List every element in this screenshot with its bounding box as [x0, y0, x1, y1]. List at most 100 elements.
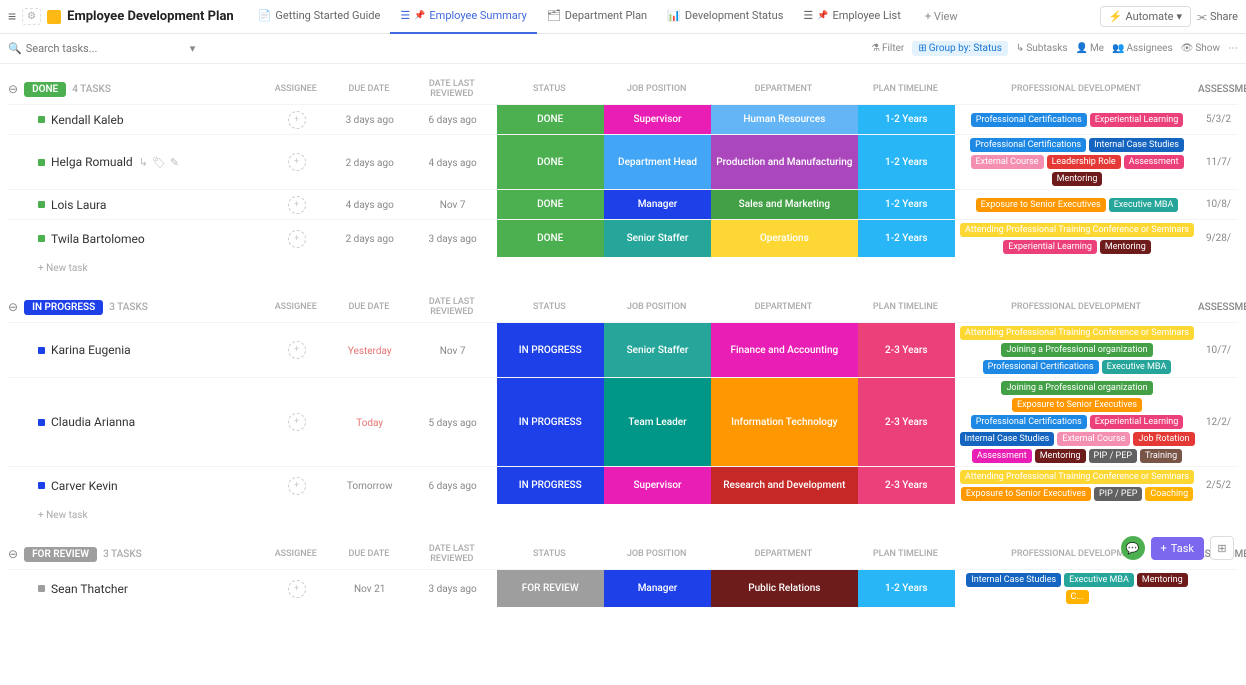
dev-tag[interactable]: Job Rotation — [1133, 432, 1194, 446]
task-row[interactable]: Helga Romuald ↳🏷✎ + 2 days ago 4 days ag… — [8, 134, 1238, 189]
dev-tag[interactable]: PIP / PEP — [1089, 449, 1137, 463]
reviewed-date[interactable]: Nov 7 — [440, 346, 466, 357]
edit-icon[interactable]: ✎ — [170, 156, 179, 169]
job-cell[interactable]: Senior Staffer — [604, 220, 711, 257]
dept-cell[interactable]: Production and Manufacturing — [711, 135, 857, 189]
tag-icon[interactable]: 🏷 — [152, 156, 166, 169]
dept-cell[interactable]: Research and Development — [711, 467, 857, 504]
collapse-icon[interactable]: ⊖ — [8, 300, 18, 314]
dev-tag[interactable]: Experiential Learning — [1003, 240, 1097, 254]
status-cell[interactable]: IN PROGRESS — [497, 323, 604, 377]
dev-tag[interactable]: Mentoring — [1137, 573, 1188, 587]
assess-cell[interactable]: 9/28/ — [1199, 233, 1238, 244]
tab-employee-summary[interactable]: ☰📌Employee Summary — [390, 0, 536, 34]
task-row[interactable]: Claudia Arianna + Today 5 days ago IN PR… — [8, 377, 1238, 466]
task-row[interactable]: Sean Thatcher + Nov 21 3 days ago FOR RE… — [8, 569, 1238, 607]
job-cell[interactable]: Manager — [604, 570, 711, 607]
dept-cell[interactable]: Information Technology — [711, 378, 857, 466]
new-task-link[interactable]: + New task — [8, 257, 1238, 274]
status-cell[interactable]: IN PROGRESS — [497, 378, 604, 466]
status-dot[interactable] — [38, 201, 45, 208]
automate-button[interactable]: ⚡Automate▾ — [1100, 6, 1191, 27]
dev-tag[interactable]: Executive MBA — [1064, 573, 1134, 587]
status-dot[interactable] — [38, 482, 45, 489]
plan-cell[interactable]: 1-2 Years — [858, 190, 956, 219]
show-button[interactable]: 👁Show — [1181, 43, 1220, 54]
job-cell[interactable]: Department Head — [604, 135, 711, 189]
assignee-placeholder[interactable]: + — [288, 230, 306, 248]
status-cell[interactable]: DONE — [497, 220, 604, 257]
apps-fab[interactable]: ⊞ — [1210, 536, 1234, 560]
plan-cell[interactable]: 2-3 Years — [858, 378, 956, 466]
subtasks-button[interactable]: ↳Subtasks — [1016, 43, 1068, 54]
me-button[interactable]: 👤Me — [1075, 43, 1104, 54]
dev-tag[interactable]: Training — [1140, 449, 1182, 463]
dev-tag[interactable]: External Course — [971, 155, 1044, 169]
job-cell[interactable]: Supervisor — [604, 467, 711, 504]
group-badge[interactable]: IN PROGRESS — [24, 300, 103, 315]
dept-cell[interactable]: Sales and Marketing — [711, 190, 857, 219]
collapse-icon[interactable]: ⊖ — [8, 82, 18, 96]
assess-cell[interactable]: 12/2/ — [1199, 417, 1238, 428]
status-cell[interactable]: DONE — [497, 190, 604, 219]
assignee-placeholder[interactable]: + — [288, 413, 306, 431]
dev-tag[interactable]: Joining a Professional organization — [1001, 343, 1152, 357]
status-dot[interactable] — [38, 347, 45, 354]
status-dot[interactable] — [38, 159, 45, 166]
group-badge[interactable]: FOR REVIEW — [24, 547, 97, 562]
plan-cell[interactable]: 1-2 Years — [858, 220, 956, 257]
task-name[interactable]: Kendall Kaleb — [51, 113, 124, 127]
assess-cell[interactable]: 10/7/ — [1199, 345, 1238, 356]
assignee-placeholder[interactable]: + — [288, 580, 306, 598]
dev-tag[interactable]: Attending Professional Training Conferen… — [960, 223, 1194, 237]
dev-tag[interactable]: Exposure to Senior Executives — [1012, 398, 1142, 412]
dev-tag[interactable]: Mentoring — [1052, 172, 1103, 186]
dev-tag[interactable]: Internal Case Studies — [960, 432, 1055, 446]
dev-tag[interactable]: Internal Case Studies — [966, 573, 1061, 587]
due-date[interactable]: 2 days ago — [346, 158, 394, 169]
reviewed-date[interactable]: 3 days ago — [429, 584, 477, 595]
dev-tag[interactable]: Coaching — [1145, 487, 1193, 501]
job-cell[interactable]: Team Leader — [604, 378, 711, 466]
job-cell[interactable]: Manager — [604, 190, 711, 219]
new-task-fab[interactable]: +Task — [1151, 537, 1204, 560]
status-cell[interactable]: DONE — [497, 135, 604, 189]
menu-icon[interactable]: ≡ — [8, 8, 16, 25]
status-dot[interactable] — [38, 419, 45, 426]
dept-cell[interactable]: Public Relations — [711, 570, 857, 607]
assignee-placeholder[interactable]: + — [288, 341, 306, 359]
dev-tag[interactable]: Joining a Professional organization — [1001, 381, 1152, 395]
task-row[interactable]: Lois Laura + 4 days ago Nov 7 DONE Manag… — [8, 189, 1238, 219]
reviewed-date[interactable]: 4 days ago — [429, 158, 477, 169]
job-cell[interactable]: Senior Staffer — [604, 323, 711, 377]
tab-development-status[interactable]: 📊Development Status — [657, 0, 793, 34]
dev-tag[interactable]: Experiential Learning — [1090, 113, 1184, 127]
tab-employee-list[interactable]: ☰📌Employee List — [793, 0, 910, 34]
task-name[interactable]: Karina Eugenia — [51, 343, 131, 357]
help-fab[interactable]: 💬 — [1121, 536, 1145, 560]
due-date[interactable]: Tomorrow — [347, 481, 393, 492]
status-dot[interactable] — [38, 585, 45, 592]
status-dot[interactable] — [38, 235, 45, 242]
collapse-icon[interactable]: ⊖ — [8, 547, 18, 561]
job-cell[interactable]: Supervisor — [604, 105, 711, 134]
due-date[interactable]: Yesterday — [348, 346, 392, 357]
dev-tag[interactable]: Assessment — [972, 449, 1032, 463]
assignee-placeholder[interactable]: + — [288, 477, 306, 495]
dev-tag[interactable]: Mentoring — [1035, 449, 1086, 463]
assignee-placeholder[interactable]: + — [288, 196, 306, 214]
plan-cell[interactable]: 1-2 Years — [858, 135, 956, 189]
task-name[interactable]: Lois Laura — [51, 198, 106, 212]
task-name[interactable]: Helga Romuald — [51, 155, 133, 169]
dev-tag[interactable]: Experiential Learning — [1090, 415, 1184, 429]
dev-tag[interactable]: Attending Professional Training Conferen… — [960, 326, 1194, 340]
status-dot[interactable] — [38, 116, 45, 123]
reviewed-date[interactable]: 5 days ago — [429, 418, 477, 429]
assess-cell[interactable]: 2/5/2 — [1199, 480, 1238, 491]
tab-getting-started-guide[interactable]: 📄Getting Started Guide — [248, 0, 391, 34]
dev-tag[interactable]: Internal Case Studies — [1089, 138, 1184, 152]
dev-tag[interactable]: Professional Certifications — [970, 138, 1086, 152]
add-view-button[interactable]: + View — [925, 10, 958, 23]
dept-cell[interactable]: Human Resources — [711, 105, 857, 134]
task-row[interactable]: Karina Eugenia + Yesterday Nov 7 IN PROG… — [8, 322, 1238, 377]
